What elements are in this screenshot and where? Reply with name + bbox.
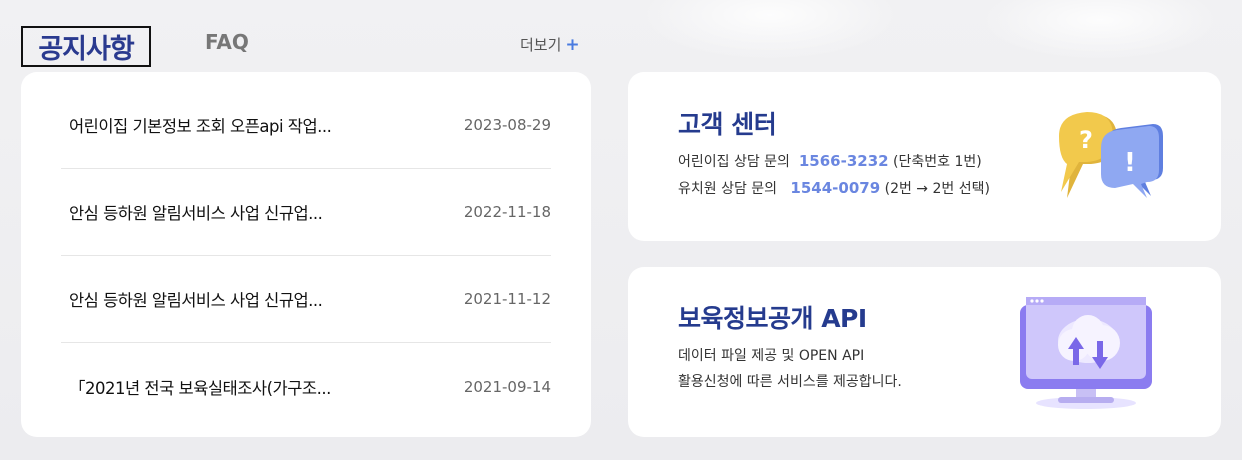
kindergarten-contact-line: 유치원 상담 문의 1544-0079 (2번 → 2번 선택) [678, 178, 990, 198]
notice-row[interactable]: 어린이집 기본정보 조회 오픈api 작업... 2023-08-29 [61, 82, 551, 169]
open-api-desc-line1: 데이터 파일 제공 및 OPEN API [678, 348, 865, 364]
notice-row[interactable]: 안심 등하원 알림서비스 사업 신규업... 2021-11-12 [61, 256, 551, 343]
notice-row[interactable]: 안심 등하원 알림서비스 사업 신규업... 2022-11-18 [61, 169, 551, 256]
kindergarten-phone[interactable]: 1544-0079 [790, 179, 880, 197]
customer-center-title: 고객 센터 [678, 110, 777, 139]
more-link[interactable]: 더보기 + [520, 34, 580, 55]
kindergarten-contact-label: 유치원 상담 문의 [678, 181, 778, 197]
svg-text:!: ! [1124, 148, 1136, 178]
open-api-title: 보육정보공개 API [678, 304, 867, 333]
background-cloud [640, 0, 900, 60]
tab-faq[interactable]: FAQ [205, 30, 249, 54]
notice-list-card: 어린이집 기본정보 조회 오픈api 작업... 2023-08-29 안심 등… [21, 72, 591, 437]
plus-icon: + [565, 34, 580, 55]
notice-title: 어린이집 기본정보 조회 오픈api 작업... [69, 117, 332, 136]
notice-title: 안심 등하원 알림서비스 사업 신규업... [69, 204, 323, 223]
notice-date: 2022-11-18 [463, 203, 551, 221]
customer-center-card[interactable]: 고객 센터 어린이집 상담 문의 1566-3232 (단축번호 1번) 유치원… [628, 72, 1221, 241]
notice-title: 「2021년 전국 보육실태조사(가구조... [69, 378, 331, 398]
background-cloud [980, 0, 1220, 60]
speech-bubbles-question-exclamation-icon: ? ! [1059, 112, 1163, 198]
notice-date: 2021-11-12 [463, 290, 551, 308]
daycare-contact-label: 어린이집 상담 문의 [678, 154, 790, 170]
notice-date: 2023-08-29 [463, 116, 551, 134]
notice-title: 안심 등하원 알림서비스 사업 신규업... [69, 291, 323, 310]
daycare-contact-line: 어린이집 상담 문의 1566-3232 (단축번호 1번) [678, 151, 982, 171]
notice-date: 2021-09-14 [463, 377, 551, 396]
svg-text:?: ? [1079, 126, 1093, 154]
open-api-desc-line2: 활용신청에 따른 서비스를 제공합니다. [678, 374, 902, 390]
monitor-cloud-upload-download-icon [1020, 297, 1152, 409]
kindergarten-phone-note: (2번 → 2번 선택) [884, 181, 990, 197]
notice-row[interactable]: 「2021년 전국 보육실태조사(가구조... 2021-09-14 [61, 343, 551, 430]
daycare-phone[interactable]: 1566-3232 [799, 152, 889, 170]
more-label: 더보기 [520, 36, 562, 54]
open-api-card[interactable]: 보육정보공개 API 데이터 파일 제공 및 OPEN API 활용신청에 따른… [628, 267, 1221, 437]
daycare-phone-note: (단축번호 1번) [893, 154, 982, 170]
tab-notice[interactable]: 공지사항 [21, 26, 151, 67]
